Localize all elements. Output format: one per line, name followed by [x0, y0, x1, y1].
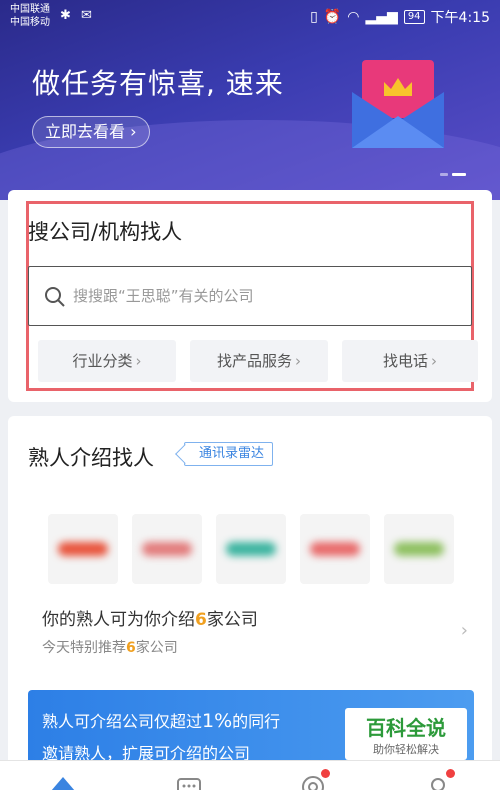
profile-tab[interactable] [425, 769, 455, 790]
invite-prefix: 熟人可介绍公司仅超过 [42, 712, 203, 731]
chevron-right-icon: › [130, 122, 137, 141]
chevron-right-icon: › [135, 352, 142, 370]
vibrate-icon: ▯ [310, 9, 318, 25]
pager-dot-active [452, 173, 466, 176]
radar-tab[interactable] [300, 769, 330, 790]
referral-section-title: 熟人介绍找人 [28, 446, 154, 470]
blurred-logo-mark [310, 542, 360, 556]
banner-pager [440, 173, 466, 176]
blurred-company-logo-5[interactable] [384, 514, 454, 584]
blurred-logo-mark [394, 542, 444, 556]
search-icon [45, 287, 65, 307]
search-section-title: 搜公司/机构找人 [28, 220, 183, 244]
chip-find-phone[interactable]: 找电话 › [342, 340, 478, 382]
blurred-company-logo-2[interactable] [132, 514, 202, 584]
desc-count: 6 [195, 610, 207, 630]
search-input[interactable] [73, 267, 463, 325]
chip-label: 行业分类 [72, 352, 133, 370]
carrier-2: 中国移动 [10, 17, 50, 28]
battery-icon: 94 [403, 10, 425, 24]
sub-suffix: 家公司 [135, 640, 178, 656]
blurred-company-logo-4[interactable] [300, 514, 370, 584]
banner-cta-label: 立即去看看 [45, 122, 126, 141]
chip-industry-category[interactable]: 行业分类 › [38, 340, 176, 382]
invite-line-1: 熟人可介绍公司仅超过1%的同行 [42, 708, 280, 732]
invite-suffix: 的同行 [232, 712, 281, 731]
chevron-right-icon: › [431, 352, 437, 370]
home-tab-icon[interactable] [50, 773, 76, 790]
carrier-info: 中国联通 中国移动 [10, 3, 50, 29]
banner-cta-button[interactable]: 立即去看看 › [32, 116, 150, 148]
alarm-icon: ⏰ [323, 9, 342, 25]
search-shortcuts: 行业分类 › 找产品服务 › 找电话 › [38, 340, 478, 382]
chevron-right-icon: › [295, 352, 301, 370]
notification-icons: ✱ ✉ [60, 8, 95, 23]
envelope-crown-icon [352, 60, 444, 148]
company-logos [48, 514, 454, 584]
chevron-right-icon[interactable]: › [461, 620, 468, 641]
signal-icon: ▂▄▆ [365, 9, 398, 25]
sub-count: 6 [126, 640, 136, 656]
message-tab-icon[interactable] [176, 773, 202, 790]
sub-prefix: 今天特别推荐 [42, 640, 126, 656]
clock: 下午4:15 [430, 10, 490, 26]
blurred-company-logo-1[interactable] [48, 514, 118, 584]
search-box[interactable] [28, 266, 472, 326]
watermark-logo: 百科全说 助你轻松解决 [345, 708, 467, 760]
status-right: ▯ ⏰ ◠ ▂▄▆ 94 下午4:15 [310, 7, 490, 27]
pager-dot [440, 173, 448, 176]
wifi-icon: ◠ [347, 9, 360, 25]
desc-prefix: 你的熟人可为你介绍 [42, 610, 195, 630]
desc-suffix: 家公司 [206, 610, 258, 630]
watermark-main: 百科全说 [366, 716, 446, 740]
chip-label: 找产品服务 [216, 352, 292, 370]
blurred-logo-mark [58, 542, 108, 556]
chip-find-products[interactable]: 找产品服务 › [190, 340, 328, 382]
carrier-1: 中国联通 [10, 4, 50, 15]
invite-percent: 1% [202, 710, 233, 732]
referral-subtext: 今天特别推荐6家公司 [42, 637, 178, 657]
banner-title: 做任务有惊喜, 速来 [32, 67, 284, 100]
mail-icon: ✉ [81, 8, 95, 23]
bottom-tab-bar [0, 760, 500, 790]
blurred-logo-mark [226, 542, 276, 556]
blurred-logo-mark [142, 542, 192, 556]
referral-description[interactable]: 你的熟人可为你介绍6家公司 [42, 605, 258, 630]
notification-dot [446, 769, 455, 778]
contacts-radar-tag[interactable]: 通讯录雷达 [184, 442, 274, 466]
status-bar: 中国联通 中国移动 ✱ ✉ ▯ ⏰ ◠ ▂▄▆ 94 下午4:15 [0, 0, 500, 34]
notification-dot [321, 769, 330, 778]
watermark-sub: 助你轻松解决 [373, 743, 439, 756]
search-company-card: 搜公司/机构找人 行业分类› 找产品服务› 找电话› [8, 190, 492, 402]
blurred-company-logo-3[interactable] [216, 514, 286, 584]
chip-label: 找电话 [382, 352, 428, 370]
app-notification-icon: ✱ [60, 8, 74, 23]
